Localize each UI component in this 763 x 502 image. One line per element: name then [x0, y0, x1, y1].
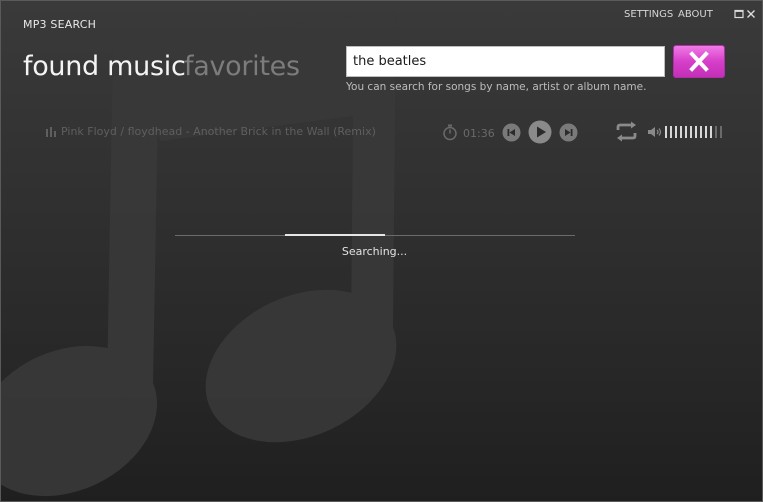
status-text: Searching... [341, 245, 408, 258]
app-window: MP3 SEARCH SETTINGS ABOUT found music fa… [0, 0, 763, 502]
close-icon[interactable] [746, 9, 756, 19]
volume-icon [648, 127, 662, 137]
timer-icon [443, 124, 457, 141]
about-link[interactable]: ABOUT [678, 9, 713, 20]
volume-tick [690, 126, 692, 138]
search-hint: You can search for songs by name, artist… [346, 81, 647, 93]
volume-tick [710, 126, 712, 138]
search-progress-indicator [285, 234, 385, 236]
volume-tick [700, 126, 702, 138]
search-input[interactable] [346, 46, 665, 77]
maximize-icon[interactable] [734, 9, 744, 19]
x-icon [689, 51, 709, 72]
volume-tick [705, 126, 707, 138]
volume-tick [670, 126, 672, 138]
app-title: MP3 SEARCH [23, 18, 97, 31]
volume-tick [695, 126, 697, 138]
tab-favorites[interactable]: favorites [184, 51, 300, 82]
clear-search-button[interactable] [673, 45, 725, 78]
next-track-icon[interactable] [559, 123, 578, 142]
elapsed-time: 01:36 [463, 127, 495, 140]
play-icon[interactable] [528, 120, 552, 144]
tab-found-music[interactable]: found music [23, 51, 186, 82]
previous-track-icon[interactable] [502, 123, 521, 142]
volume-slider[interactable] [665, 125, 725, 139]
settings-link[interactable]: SETTINGS [624, 9, 673, 20]
volume-tick [715, 126, 717, 138]
volume-tick [675, 126, 677, 138]
volume-tick [665, 126, 667, 138]
volume-tick [720, 126, 722, 138]
repeat-icon[interactable] [614, 121, 639, 142]
equalizer-icon [46, 127, 56, 137]
volume-tick [680, 126, 682, 138]
volume-tick [685, 126, 687, 138]
now-playing-track: Pink Floyd / floydhead - Another Brick i… [61, 125, 376, 138]
